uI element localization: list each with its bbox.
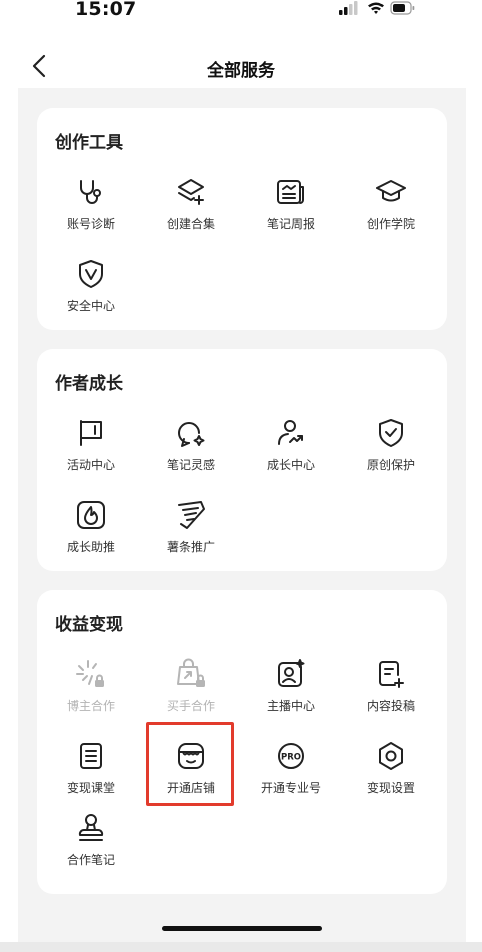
fries-icon [178, 501, 205, 529]
security-center-button[interactable]: 安全中心 [41, 258, 141, 320]
gear-icon [379, 742, 403, 770]
note-inspiration-button[interactable]: 笔记灵感 [141, 417, 241, 479]
section-creation-tools: 创作工具 账号诊断 创建合集 笔记周报 创作学院 安全中心 [37, 108, 447, 330]
note-weekly-report-button[interactable]: 笔记周报 [241, 176, 341, 238]
graduation-cap-icon [376, 180, 406, 202]
section-title: 作者成长 [55, 374, 123, 394]
monetization-settings-button[interactable]: 变现设置 [341, 740, 441, 802]
monetization-course-button[interactable]: 变现课堂 [41, 740, 141, 802]
stethoscope-icon [80, 180, 101, 204]
svg-text:PRO: PRO [281, 753, 301, 763]
user-growth-icon [278, 420, 303, 445]
flag-icon [80, 420, 102, 446]
pro-badge-icon: PRO [278, 743, 304, 769]
status-time: 15:07 [75, 0, 137, 20]
page-title: 全部服务 [207, 61, 275, 81]
status-icons [339, 1, 415, 15]
section-author-growth: 作者成长 活动中心 笔记灵感 成长中心 原创保护 成长助推 薯条推广 [37, 349, 447, 571]
battery-icon [390, 1, 415, 15]
status-bar: 15:07 [0, 0, 482, 30]
bottom-strip [0, 942, 482, 952]
original-protection-button[interactable]: 原创保护 [341, 417, 441, 479]
live-host-center-button[interactable]: 主播中心 [241, 658, 341, 720]
highlight-annotation [146, 722, 234, 806]
submit-icon [379, 661, 404, 688]
section-monetization: 收益变现 博主合作 买手合作 主播中心 内容投稿 变现课堂 开通店铺 PRO 开… [37, 590, 447, 894]
create-collection-button[interactable]: 创建合集 [141, 176, 241, 238]
fries-promotion-button[interactable]: 薯条推广 [141, 499, 241, 561]
activity-center-button[interactable]: 活动中心 [41, 417, 141, 479]
growth-center-button[interactable]: 成长中心 [241, 417, 341, 479]
account-diagnosis-button[interactable]: 账号诊断 [41, 176, 141, 238]
buyer-cooperation-button[interactable]: 买手合作 [141, 658, 241, 720]
bulb-icon [178, 422, 205, 447]
creation-academy-button[interactable]: 创作学院 [341, 176, 441, 238]
stamp-icon [78, 814, 104, 841]
live-host-icon [278, 659, 305, 687]
bag-lock-icon [177, 658, 205, 687]
wifi-icon [368, 2, 384, 14]
section-title: 创作工具 [55, 133, 123, 153]
signal-icon [339, 1, 358, 15]
flame-icon [77, 501, 105, 529]
home-indicator[interactable] [162, 926, 322, 931]
shield-v-icon [79, 260, 103, 288]
open-pro-account-button[interactable]: PRO 开通专业号 [241, 740, 341, 802]
growth-boost-button[interactable]: 成长助推 [41, 499, 141, 561]
collection-plus-icon [178, 179, 204, 205]
cooperation-notes-button[interactable]: 合作笔记 [41, 812, 141, 874]
course-icon [80, 743, 102, 769]
section-title: 收益变现 [55, 615, 123, 635]
shield-check-icon [379, 419, 403, 447]
nav-bar: 全部服务 [0, 46, 482, 90]
sparkle-lock-icon [76, 660, 104, 687]
blogger-cooperation-button[interactable]: 博主合作 [41, 658, 141, 720]
content-submission-button[interactable]: 内容投稿 [341, 658, 441, 720]
report-icon [277, 180, 304, 204]
